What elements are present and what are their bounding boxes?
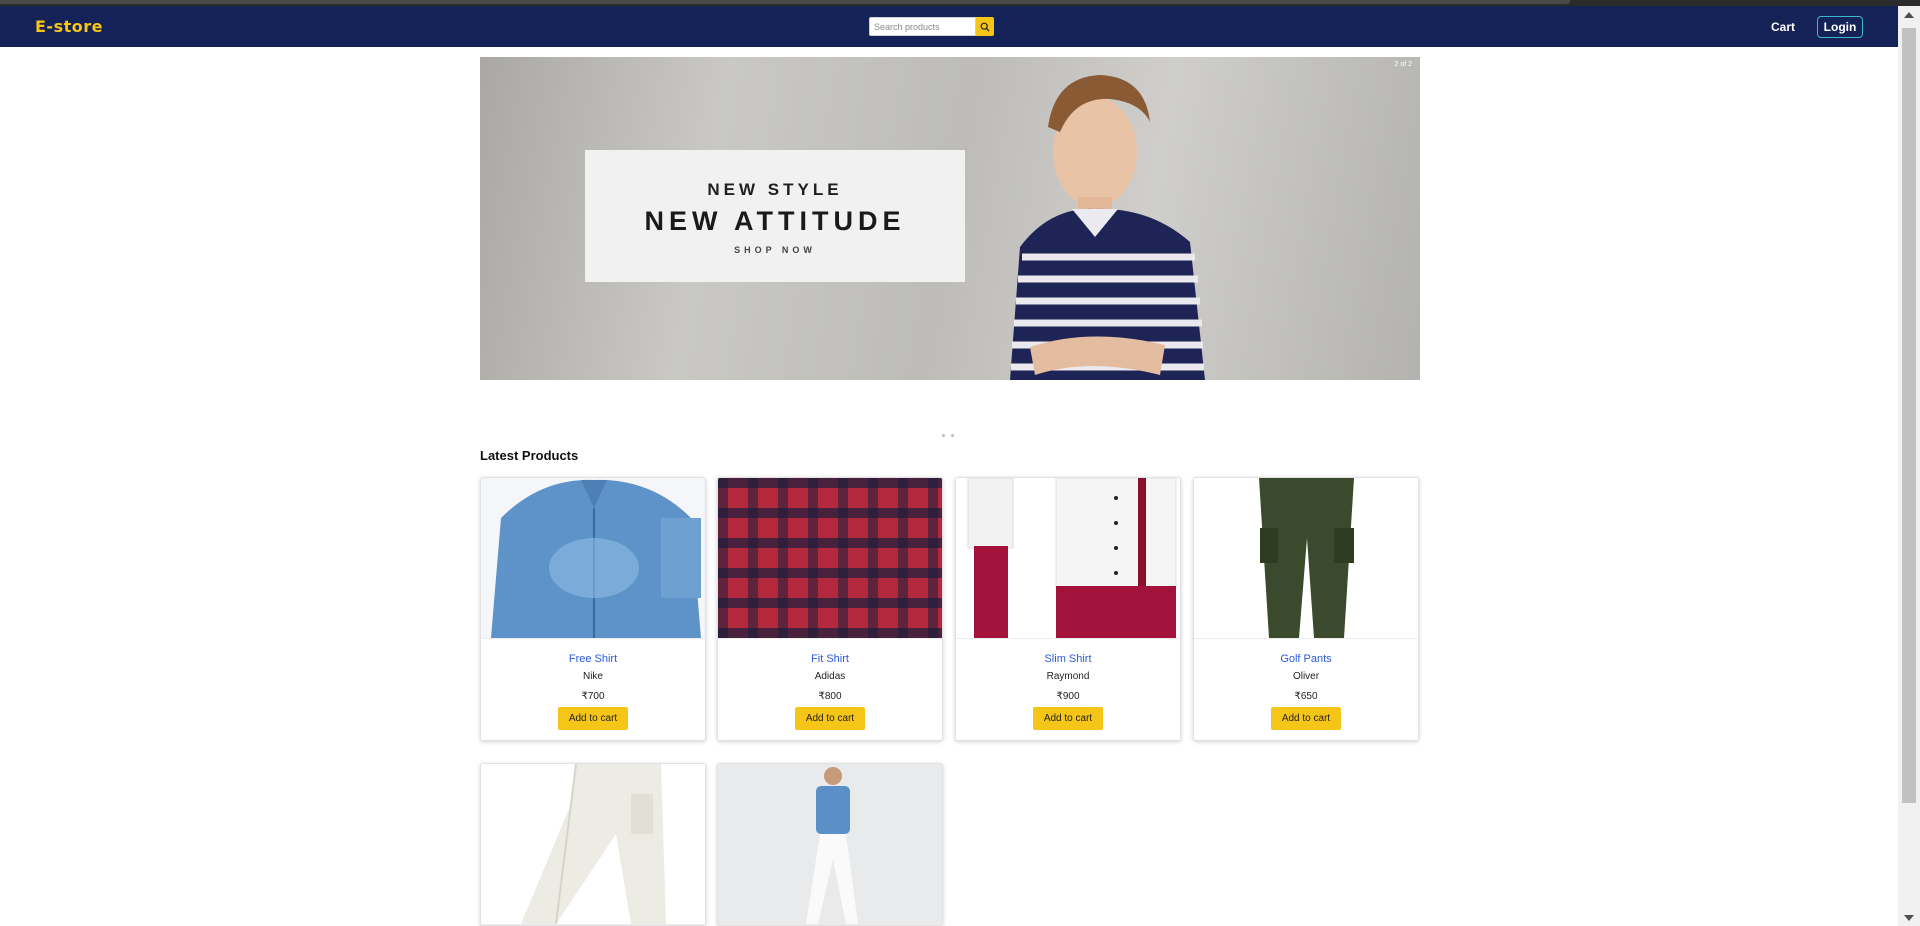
product-price: ₹800 [818, 691, 842, 702]
login-button[interactable]: Login [1817, 16, 1863, 38]
product-price: ₹700 [581, 691, 605, 702]
navbar: E-store Cart Login [0, 6, 1898, 47]
carousel-dot[interactable] [942, 434, 945, 437]
product-card[interactable] [480, 763, 706, 926]
search-form [869, 17, 994, 36]
product-brand: Adidas [814, 671, 846, 682]
carousel-dot[interactable] [951, 434, 954, 437]
scrollbar-thumb[interactable] [1902, 28, 1916, 803]
product-image[interactable] [718, 478, 942, 639]
product-price: ₹650 [1294, 691, 1318, 702]
search-icon [980, 22, 990, 31]
product-card[interactable]: Free Shirt Nike ₹700 Add to cart [480, 477, 706, 741]
search-input[interactable] [869, 17, 976, 36]
section-title: Latest Products [480, 448, 579, 463]
scroll-up-icon[interactable] [1904, 12, 1914, 18]
add-to-cart-button[interactable]: Add to cart [558, 707, 628, 730]
product-brand: Oliver [1292, 671, 1320, 682]
product-card[interactable]: Slim Shirt Raymond ₹900 Add to cart [955, 477, 1181, 741]
brand-logo[interactable]: E-store [35, 17, 103, 36]
scroll-down-icon[interactable] [1904, 915, 1914, 921]
cart-link[interactable]: Cart [1771, 20, 1795, 34]
product-price: ₹900 [1056, 691, 1080, 702]
product-image[interactable] [481, 764, 705, 925]
search-button[interactable] [976, 17, 994, 36]
hero-model-image [1010, 75, 1205, 380]
add-to-cart-button[interactable]: Add to cart [1033, 707, 1103, 730]
hero-shop-now[interactable]: SHOP NOW [585, 245, 965, 255]
carousel-indicators[interactable] [942, 424, 962, 437]
browser-tab-bar [0, 0, 1570, 4]
product-card[interactable]: Golf Pants Oliver ₹650 Add to cart [1193, 477, 1419, 741]
product-name[interactable]: Golf Pants [1194, 653, 1418, 665]
product-name[interactable]: Fit Shirt [718, 653, 942, 665]
hero-banner-panel: NEW STYLE NEW ATTITUDE SHOP NOW [585, 150, 965, 282]
product-brand: Nike [582, 671, 603, 682]
product-brand: Raymond [1046, 671, 1090, 682]
product-name[interactable]: Slim Shirt [956, 653, 1180, 665]
hero-carousel[interactable]: 2 of 2 NEW STYLE NEW ATTITUDE SHOP NOW [480, 57, 1420, 380]
hero-line-1: NEW STYLE [707, 180, 843, 199]
product-image[interactable] [1194, 478, 1418, 639]
product-image[interactable] [481, 478, 705, 639]
hero-line-2: NEW ATTITUDE [644, 206, 906, 236]
product-name[interactable]: Free Shirt [481, 653, 705, 665]
product-image[interactable] [956, 478, 1180, 639]
product-image[interactable] [718, 764, 942, 925]
page-scrollbar[interactable] [1898, 6, 1920, 926]
product-card[interactable] [717, 763, 943, 926]
add-to-cart-button[interactable]: Add to cart [1271, 707, 1341, 730]
product-card[interactable]: Fit Shirt Adidas ₹800 Add to cart [717, 477, 943, 741]
add-to-cart-button[interactable]: Add to cart [795, 707, 865, 730]
